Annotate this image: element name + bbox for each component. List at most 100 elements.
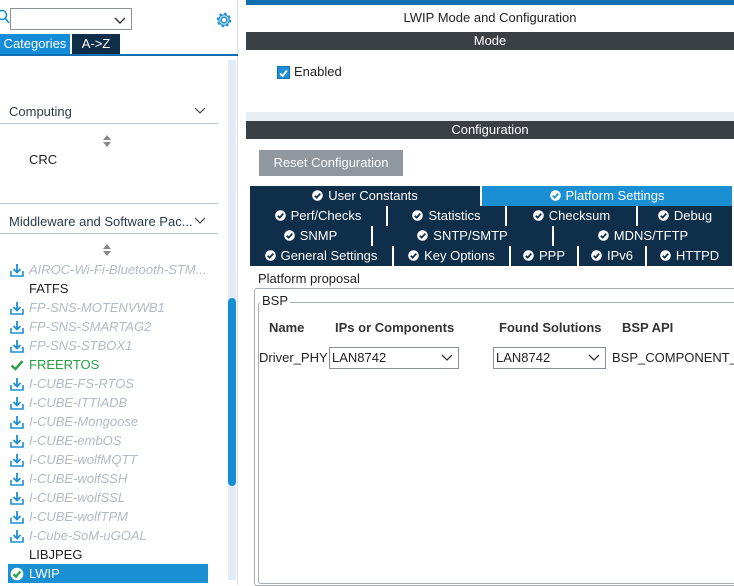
check-circle-icon <box>10 567 24 581</box>
chevron-down-icon[interactable] <box>587 352 601 364</box>
list-item-label: FP-SNS-STBOX1 <box>29 338 133 353</box>
configuration-area: Reset Configuration User Constants Platfo… <box>246 139 734 586</box>
tab-sntp-smtp[interactable]: SNTP/SMTP <box>373 226 554 246</box>
list-item[interactable]: LIBJPEG <box>8 545 208 564</box>
download-icon <box>10 377 24 391</box>
search-row <box>0 4 238 30</box>
list-item[interactable]: AIROC-Wi-Fi-Bluetooth-STM... <box>8 260 208 279</box>
list-item[interactable]: FP-SNS-STBOX1 <box>8 336 208 355</box>
download-icon <box>10 529 24 543</box>
check-circle-icon <box>312 187 324 201</box>
tab-perf-checks[interactable]: Perf/Checks <box>250 206 388 226</box>
list-item[interactable]: I-CUBE-wolfSSL <box>8 488 208 507</box>
found-solutions-select-value: LAN8742 <box>496 350 551 365</box>
tab-categories[interactable]: Categories <box>0 34 70 54</box>
check-circle-icon <box>523 247 534 261</box>
divider <box>0 203 218 204</box>
sort-arrows-icon[interactable] <box>103 244 111 256</box>
tab-user-constants[interactable]: User Constants <box>250 186 482 206</box>
tab-label: SNTP/SMTP <box>433 228 508 243</box>
tab-label: Platform Settings <box>565 188 665 203</box>
tab-general-settings[interactable]: General Settings <box>250 246 394 266</box>
list-item-label: FP-SNS-MOTENVWB1 <box>29 300 165 315</box>
list-item[interactable]: LWIP <box>8 564 208 583</box>
check-circle-icon <box>597 227 609 241</box>
tab-label: General Settings <box>280 248 378 263</box>
list-item-label: I-CUBE-wolfMQTT <box>29 452 138 467</box>
check-circle-icon <box>264 247 276 261</box>
bsp-group <box>258 302 734 584</box>
list-item-label: I-CUBE-wolfTPM <box>29 509 128 524</box>
column-header-bsp-api: BSP API <box>622 320 674 335</box>
list-item[interactable]: FP-SNS-MOTENVWB1 <box>8 298 208 317</box>
tab-statistics[interactable]: Statistics <box>388 206 507 226</box>
chevron-down-icon[interactable] <box>194 214 206 226</box>
tab-mdns-tftp[interactable]: MDNS/TFTP <box>554 226 734 246</box>
download-icon <box>10 453 24 467</box>
sort-arrows-icon[interactable] <box>103 135 111 147</box>
section-computing[interactable]: Computing <box>9 104 72 119</box>
tab-key-options[interactable]: Key Options <box>394 246 511 266</box>
enabled-checkbox[interactable] <box>277 66 290 79</box>
reset-configuration-button[interactable]: Reset Configuration <box>259 150 403 176</box>
list-item-label: I-Cube-SoM-uGOAL <box>29 528 147 543</box>
tab-label: User Constants <box>328 188 418 203</box>
scrollbar[interactable] <box>228 60 236 580</box>
tab-checksum[interactable]: Checksum <box>507 206 638 226</box>
column-header-found: Found Solutions <box>499 320 602 335</box>
list-item[interactable]: FATFS <box>8 279 208 298</box>
list-item[interactable]: I-CUBE-wolfTPM <box>8 507 208 526</box>
checkmark-icon <box>279 69 288 78</box>
bsp-api-cell: BSP_COMPONENT_ <box>612 350 734 365</box>
search-icon[interactable] <box>0 9 10 25</box>
tab-snmp[interactable]: SNMP <box>250 226 373 246</box>
chevron-down-icon[interactable] <box>440 352 454 364</box>
title-area: LWIP Mode and Configuration <box>246 5 734 32</box>
list-item[interactable]: I-CUBE-ITTIADB <box>8 393 208 412</box>
tab-debug[interactable]: Debug <box>638 206 734 226</box>
download-icon <box>10 434 24 448</box>
view-tabs: Categories A->Z <box>0 34 238 56</box>
list-item[interactable]: I-CUBE-FS-RTOS <box>8 374 208 393</box>
ips-select[interactable]: LAN8742 <box>329 347 459 369</box>
tab-ipv6[interactable]: IPv6 <box>579 246 647 266</box>
chevron-down-icon[interactable] <box>194 104 206 116</box>
list-item-label: I-CUBE-wolfSSH <box>29 471 128 486</box>
list-item[interactable]: FP-SNS-SMARTAG2 <box>8 317 208 336</box>
list-item[interactable]: I-CUBE-embOS <box>8 431 208 450</box>
list-item[interactable]: FREERTOS <box>8 355 208 374</box>
download-icon <box>10 510 24 524</box>
check-circle-icon <box>591 247 602 261</box>
list-item-label: AIROC-Wi-Fi-Bluetooth-STM... <box>29 262 207 277</box>
tab-httpd[interactable]: HTTPD <box>647 246 734 266</box>
bsp-label: BSP <box>260 293 291 308</box>
list-item[interactable]: I-CUBE-Mongoose <box>8 412 208 431</box>
list-item[interactable]: I-CUBE-wolfSSH <box>8 469 208 488</box>
list-item-label: FATFS <box>29 281 69 296</box>
tab-a-to-z[interactable]: A->Z <box>72 34 120 54</box>
tab-platform-settings[interactable]: Platform Settings <box>482 186 734 206</box>
tab-label: PPP <box>538 248 565 263</box>
tab-label: HTTPD <box>675 248 720 263</box>
search-input[interactable] <box>10 8 132 30</box>
check-circle-icon <box>532 207 544 221</box>
chevron-down-icon[interactable] <box>113 13 127 27</box>
tab-label: IPv6 <box>606 248 633 263</box>
list-item[interactable]: I-Cube-SoM-uGOAL <box>8 526 208 545</box>
check-icon <box>10 358 24 372</box>
list-item[interactable]: I-CUBE-wolfMQTT <box>8 450 208 469</box>
configuration-header: Configuration <box>246 121 734 139</box>
scrollbar-thumb[interactable] <box>228 298 236 486</box>
tab-label: MDNS/TFTP <box>613 228 689 243</box>
section-middleware[interactable]: Middleware and Software Pac... <box>9 214 193 229</box>
gear-icon[interactable] <box>214 10 234 30</box>
found-solutions-select[interactable]: LAN8742 <box>493 347 606 369</box>
list-item-crc[interactable]: CRC <box>29 152 57 167</box>
check-circle-icon <box>658 207 669 221</box>
download-icon <box>10 263 24 277</box>
tab-ppp[interactable]: PPP <box>511 246 579 266</box>
platform-proposal-label: Platform proposal <box>256 271 362 286</box>
tab-label: Perf/Checks <box>290 208 362 223</box>
check-circle-icon <box>660 247 671 261</box>
download-icon <box>10 472 24 486</box>
